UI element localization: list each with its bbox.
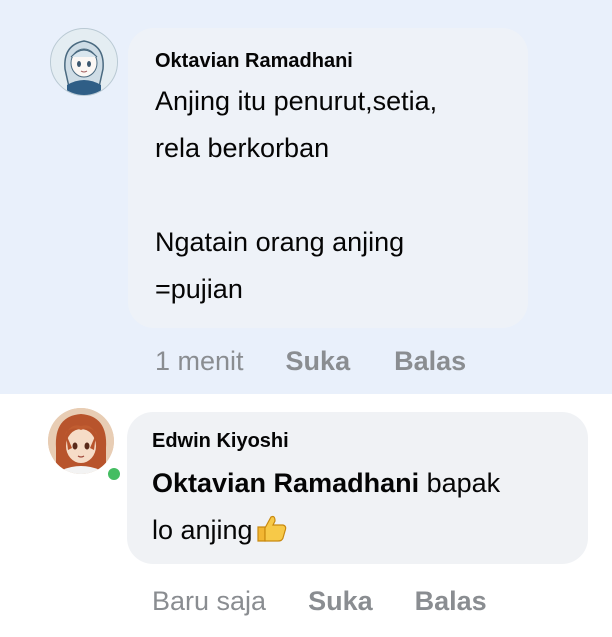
like-button[interactable]: Suka <box>308 586 373 617</box>
comment-text: Oktavian Ramadhani bapak lo anjing <box>152 460 500 558</box>
comment-actions: Baru saja Suka Balas <box>152 586 487 617</box>
comment-line-text: lo anjing <box>152 515 253 545</box>
comment-line-text: bapak <box>419 468 501 498</box>
reply-button[interactable]: Balas <box>394 346 466 377</box>
thumbs-up-icon <box>255 511 289 558</box>
reply-button[interactable]: Balas <box>415 586 487 617</box>
comment-line-blank <box>155 172 437 219</box>
comment-line: Ngatain orang anjing <box>155 227 405 257</box>
mention-link[interactable]: Oktavian Ramadhani <box>152 468 419 498</box>
anime-avatar-icon <box>48 408 114 474</box>
comment-author[interactable]: Edwin Kiyoshi <box>152 430 289 453</box>
comment-line: Anjing itu penurut,setia, <box>155 86 438 116</box>
comment-line: lo anjing <box>152 507 500 558</box>
like-button[interactable]: Suka <box>286 346 351 377</box>
avatar-oktavian[interactable] <box>50 28 118 96</box>
online-status-dot <box>106 466 122 482</box>
comment-author[interactable]: Oktavian Ramadhani <box>155 50 353 73</box>
comment-timestamp[interactable]: 1 menit <box>155 346 244 377</box>
comment-line: rela berkorban <box>155 133 330 163</box>
comment-line: Oktavian Ramadhani bapak <box>152 460 500 507</box>
anime-avatar-icon <box>51 29 117 95</box>
comment-timestamp[interactable]: Baru saja <box>152 586 266 617</box>
comment-actions: 1 menit Suka Balas <box>155 346 466 377</box>
avatar-edwin[interactable] <box>48 408 114 474</box>
comment-line: =pujian <box>155 274 243 304</box>
comment-text: Anjing itu penurut,setia, rela berkorban… <box>155 78 437 313</box>
